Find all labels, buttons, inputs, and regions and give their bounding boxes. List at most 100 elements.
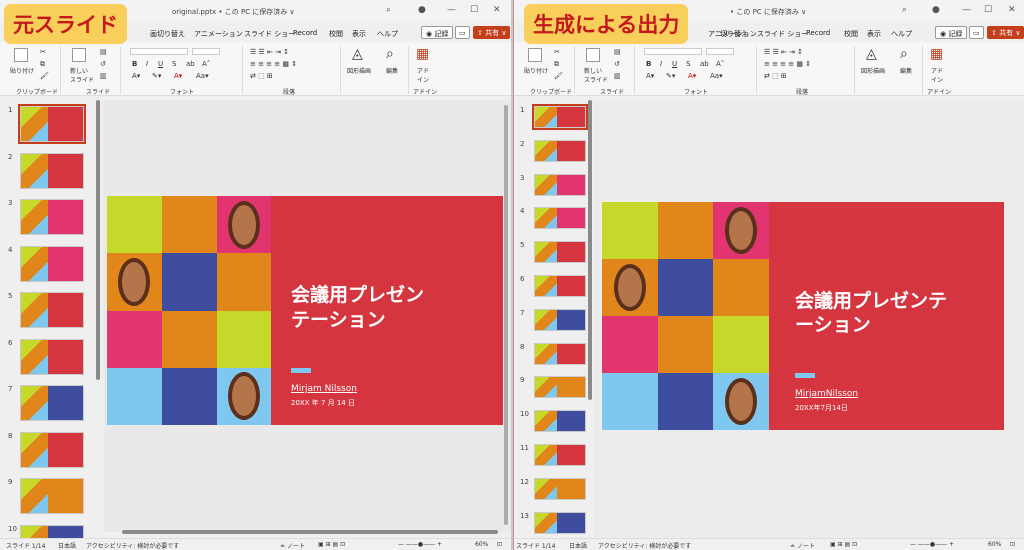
font-size-box[interactable]: [192, 48, 220, 55]
case-icon[interactable]: Aa▾: [710, 72, 723, 80]
tab-view[interactable]: 表示: [867, 29, 881, 39]
format-painter-icon[interactable]: 🖌: [554, 72, 563, 80]
direction-icon[interactable]: ⇄ ⬚ ⊞: [250, 72, 273, 80]
new-slide-label[interactable]: 新しい スライド: [70, 66, 94, 84]
slide-thumbnail[interactable]: [534, 410, 586, 433]
avatar[interactable]: ●: [932, 5, 940, 15]
new-slide-label[interactable]: 新しい スライド: [584, 66, 608, 84]
bold-icon[interactable]: B: [132, 60, 137, 68]
accessibility-status[interactable]: アクセシビリティ: 検討が必要です: [598, 541, 691, 550]
slide-thumbnail[interactable]: [534, 207, 586, 230]
search-icon[interactable]: ⌕: [900, 46, 908, 62]
font-color-icon[interactable]: A▾: [688, 72, 696, 80]
paste-icon[interactable]: [14, 48, 28, 62]
section-icon[interactable]: ▥: [614, 72, 621, 80]
zoom-level[interactable]: 60%: [475, 541, 488, 548]
tab-help[interactable]: ヘルプ: [891, 29, 912, 39]
new-slide-icon[interactable]: [586, 48, 600, 62]
zoom-slider[interactable]: — ——●—— +: [398, 541, 442, 548]
presenter-name[interactable]: Mirjam Nilsson: [291, 384, 357, 394]
bold-icon[interactable]: B: [646, 60, 651, 68]
font-name-box[interactable]: [130, 48, 188, 55]
spacing-icon[interactable]: ab: [700, 60, 709, 68]
zoom-level[interactable]: 60%: [988, 541, 1001, 548]
tab-record[interactable]: Record: [293, 29, 317, 37]
share-button[interactable]: ⇧ 共有 ∨: [987, 26, 1024, 39]
file-name[interactable]: • この PC に保存済み ∨: [730, 7, 806, 17]
presenter-name[interactable]: MirjamNilsson: [795, 389, 858, 399]
slide-thumbnail[interactable]: [20, 385, 84, 421]
slide-thumbnail[interactable]: [534, 308, 586, 331]
addin-icon[interactable]: ▦: [930, 46, 943, 62]
slide-thumbnail[interactable]: [534, 342, 586, 365]
accessibility-status[interactable]: アクセシビリティ: 検討が必要です: [86, 541, 179, 550]
vertical-scrollbar[interactable]: [504, 105, 508, 525]
addin-label[interactable]: アド イン: [417, 66, 429, 84]
slide-thumbnail[interactable]: [534, 511, 586, 534]
slide-thumbnail[interactable]: [20, 478, 84, 514]
align-icon[interactable]: ≡ ≡ ≡ ≡ ▦ ⇕: [250, 60, 297, 68]
slide-thumbnail[interactable]: [18, 104, 86, 144]
main-slide[interactable]: 会議用プレゼンテ ーション MirjamNilsson 20XX年7月14日: [602, 202, 1004, 430]
paste-label[interactable]: 貼り付け: [524, 66, 548, 75]
tab-review[interactable]: 校閲: [844, 29, 858, 39]
addin-icon[interactable]: ▦: [416, 46, 429, 62]
highlight-icon[interactable]: ✎▾: [666, 72, 675, 80]
slide-thumbnail[interactable]: [534, 173, 586, 196]
slide-thumbnail[interactable]: [532, 104, 588, 130]
slide-thumbnail[interactable]: [20, 292, 84, 328]
tab-transitions[interactable]: 画切り替え: [150, 29, 185, 39]
tab-review[interactable]: 校閲: [329, 29, 343, 39]
edit-label[interactable]: 編集: [900, 66, 912, 75]
close-icon[interactable]: ✕: [1008, 5, 1016, 15]
comment-icon[interactable]: ▭: [455, 26, 470, 39]
drawing-label[interactable]: 図形描画: [347, 66, 371, 75]
thumbnail-scrollbar[interactable]: [96, 100, 100, 380]
language[interactable]: 日本語: [58, 541, 76, 550]
zoom-slider[interactable]: — ——●—— +: [910, 541, 954, 548]
tab-animations[interactable]: アニメーション: [708, 29, 757, 39]
italic-icon[interactable]: I: [146, 60, 148, 68]
horizontal-scrollbar[interactable]: [122, 530, 498, 534]
slide-thumbnail[interactable]: [534, 241, 586, 264]
presentation-date[interactable]: 20XX年7月14日: [795, 403, 848, 413]
file-name[interactable]: original.pptx • この PC に保存済み ∨: [172, 7, 295, 17]
normal-view-icon[interactable]: ▣ ⊞ ▤ ⊡: [830, 541, 857, 548]
slide-thumbnail[interactable]: [534, 139, 586, 162]
record-button[interactable]: ◉ 記録: [935, 26, 968, 39]
cut-icon[interactable]: ✂: [40, 48, 46, 56]
fit-icon[interactable]: ⊡: [497, 541, 502, 548]
share-button[interactable]: ⇧ 共有 ∨: [473, 26, 511, 39]
search-icon[interactable]: ⌕: [902, 5, 907, 15]
text-effect-icon[interactable]: A▾: [132, 72, 140, 80]
reset-icon[interactable]: ↺: [614, 60, 620, 68]
minimize-icon[interactable]: —: [447, 5, 456, 15]
tab-slideshow[interactable]: スライド ショー: [244, 29, 295, 39]
close-icon[interactable]: ✕: [493, 5, 501, 15]
format-painter-icon[interactable]: 🖌: [40, 72, 49, 80]
search-icon[interactable]: ⌕: [386, 5, 391, 15]
font-name-box[interactable]: [644, 48, 702, 55]
tab-help[interactable]: ヘルプ: [377, 29, 398, 39]
new-slide-icon[interactable]: [72, 48, 86, 62]
slide-thumbnail[interactable]: [20, 245, 84, 282]
shapes-icon[interactable]: ◬: [866, 46, 877, 62]
italic-icon[interactable]: I: [660, 60, 662, 68]
shapes-icon[interactable]: ◬: [352, 46, 363, 62]
tab-record[interactable]: Record: [806, 29, 830, 37]
thumbnail-scrollbar[interactable]: [588, 100, 592, 400]
underline-icon[interactable]: U: [672, 60, 677, 68]
language[interactable]: 日本語: [569, 541, 587, 550]
notes-button[interactable]: ≐ ノート: [280, 541, 305, 550]
copy-icon[interactable]: ⧉: [554, 60, 559, 69]
normal-view-icon[interactable]: ▣ ⊞ ▤ ⊡: [318, 541, 345, 548]
bullets-icon[interactable]: ☰ ☰ ⇤ ⇥ ↕: [764, 48, 803, 56]
reset-icon[interactable]: ↺: [100, 60, 106, 68]
minimize-icon[interactable]: —: [962, 5, 971, 15]
underline-icon[interactable]: U: [158, 60, 163, 68]
search-icon[interactable]: ⌕: [386, 46, 394, 62]
notes-button[interactable]: ≐ ノート: [790, 541, 815, 550]
edit-label[interactable]: 編集: [386, 66, 398, 75]
strike-icon[interactable]: S: [172, 60, 176, 68]
section-icon[interactable]: ▥: [100, 72, 107, 80]
